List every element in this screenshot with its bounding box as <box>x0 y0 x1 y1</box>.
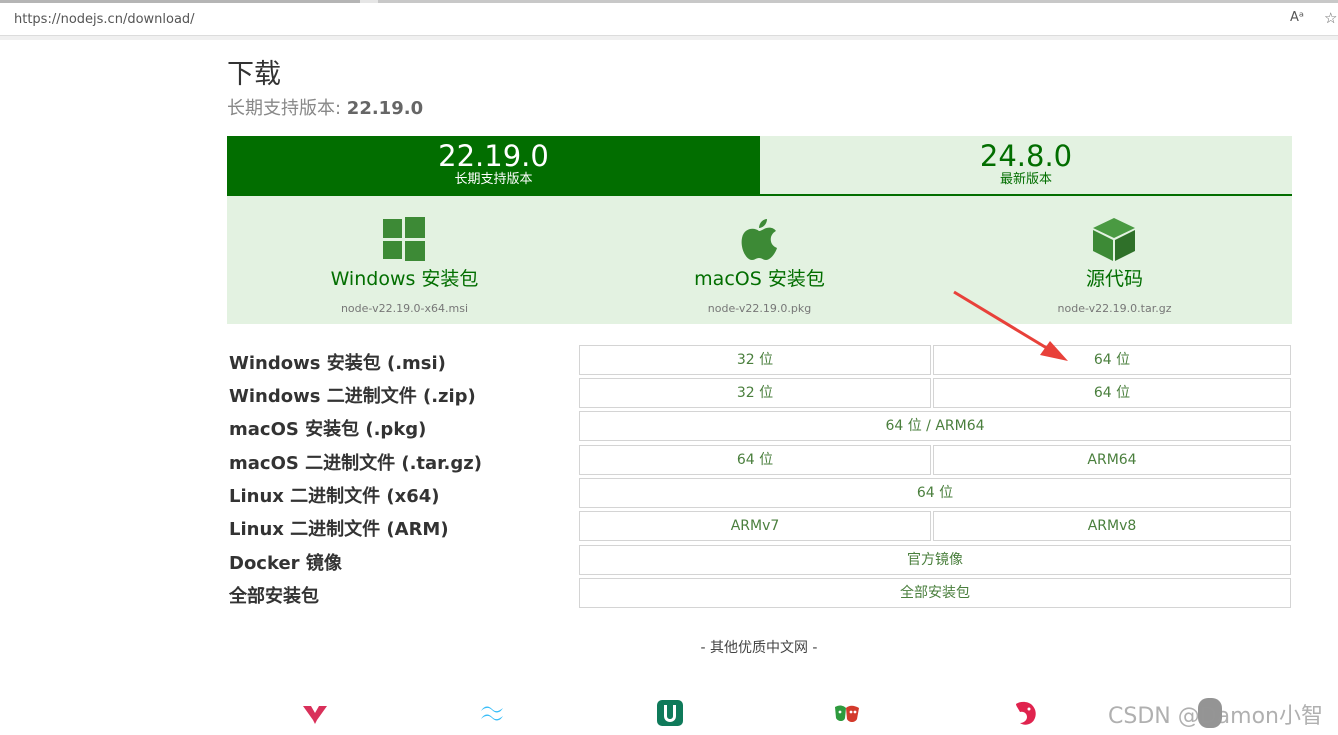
windows-installer-download[interactable]: Windows 安装包 node-v22.19.0-x64.msi <box>227 196 582 324</box>
toolbar-separator <box>0 36 1338 40</box>
source-code-download[interactable]: 源代码 node-v22.19.0.tar.gz <box>937 196 1292 324</box>
windows-installer-name: Windows 安装包 <box>330 268 479 290</box>
browser-tab-edge <box>0 0 360 3</box>
row-label: Docker 镜像 <box>229 553 342 574</box>
uni-app-icon[interactable] <box>655 698 685 728</box>
nestjs-icon[interactable] <box>1010 698 1040 728</box>
tab-lts-version: 22.19.0 <box>438 139 549 173</box>
download-link[interactable]: 64 位 / ARM64 <box>579 411 1291 441</box>
tab-lts-label: 长期支持版本 <box>454 172 533 187</box>
download-link[interactable]: 64 位 <box>933 345 1291 375</box>
macos-installer-name: macOS 安装包 <box>694 268 825 290</box>
yarn-like-icon[interactable] <box>300 698 330 728</box>
windows-icon <box>383 217 425 261</box>
tab-current-version: 24.8.0 <box>979 139 1073 173</box>
table-row: Windows 二进制文件 (.zip) 32 位 64 位 <box>227 377 1292 408</box>
row-label: Linux 二进制文件 (x64) <box>229 486 440 507</box>
download-panel: Windows 安装包 node-v22.19.0-x64.msi macOS … <box>227 196 1292 324</box>
windows-installer-file: node-v22.19.0-x64.msi <box>340 302 469 315</box>
tab-current-label: 最新版本 <box>999 172 1052 187</box>
table-row: 全部安装包 全部安装包 <box>227 577 1292 608</box>
source-code-file: node-v22.19.0.tar.gz <box>1057 302 1172 315</box>
browser-tab-strip <box>0 0 1338 3</box>
row-label: macOS 二进制文件 (.tar.gz) <box>229 453 482 474</box>
read-aloud-icon[interactable]: Aᵃ <box>1290 10 1304 25</box>
macos-installer-download[interactable]: macOS 安装包 node-v22.19.0.pkg <box>582 196 937 324</box>
source-code-name: 源代码 <box>1085 268 1143 290</box>
apple-icon <box>741 219 777 260</box>
lts-subtitle: 长期支持版本: 22.19.0 <box>227 94 423 120</box>
browser-address-bar: https://nodejs.cn/download/ Aᵃ ☆ <box>0 0 1338 36</box>
table-row: Linux 二进制文件 (x64) 64 位 <box>227 477 1292 508</box>
table-row: Linux 二进制文件 (ARM) ARMv7 ARMv8 <box>227 510 1292 541</box>
url-field[interactable]: https://nodejs.cn/download/ <box>14 12 195 27</box>
theater-masks-icon[interactable] <box>832 698 862 728</box>
download-link[interactable]: 官方镜像 <box>579 545 1291 575</box>
download-link[interactable]: ARM64 <box>933 445 1291 475</box>
page-title: 下载 <box>227 59 281 90</box>
download-link[interactable]: 64 位 <box>579 478 1291 508</box>
download-link[interactable]: 32 位 <box>579 378 931 408</box>
macos-installer-file: node-v22.19.0.pkg <box>707 302 812 315</box>
favorite-star-icon[interactable]: ☆ <box>1324 9 1337 27</box>
row-label: Windows 二进制文件 (.zip) <box>229 386 476 407</box>
tab-current[interactable]: 24.8.0 最新版本 <box>760 136 1292 196</box>
row-label: Linux 二进制文件 (ARM) <box>229 519 449 540</box>
download-link[interactable]: 64 位 <box>933 378 1291 408</box>
box-icon <box>1093 218 1135 261</box>
row-label: Windows 安装包 (.msi) <box>229 353 446 374</box>
table-row: macOS 二进制文件 (.tar.gz) 64 位 ARM64 <box>227 444 1292 475</box>
watermark: CSDN @Damon小智 <box>1108 704 1323 729</box>
download-link[interactable]: 32 位 <box>579 345 931 375</box>
row-label: 全部安装包 <box>229 586 319 607</box>
table-row: macOS 安装包 (.pkg) 64 位 / ARM64 <box>227 410 1292 441</box>
download-link[interactable]: 64 位 <box>579 445 931 475</box>
lts-subtitle-version: 22.19.0 <box>346 98 424 119</box>
tailwind-icon[interactable] <box>477 698 507 728</box>
browser-tab-edge-right <box>378 0 1338 3</box>
table-row: Windows 安装包 (.msi) 32 位 64 位 <box>227 344 1292 375</box>
row-label: macOS 安装包 (.pkg) <box>229 419 427 440</box>
tab-lts[interactable]: 22.19.0 长期支持版本 <box>227 136 760 196</box>
other-sites-heading: - 其他优质中文网 - <box>700 640 818 656</box>
version-tabs: 22.19.0 长期支持版本 24.8.0 最新版本 <box>227 136 1292 196</box>
table-row: Docker 镜像 官方镜像 <box>227 544 1292 575</box>
lts-subtitle-prefix: 长期支持版本: <box>227 98 347 119</box>
download-link[interactable]: ARMv7 <box>579 511 931 541</box>
download-link[interactable]: ARMv8 <box>933 511 1291 541</box>
download-link[interactable]: 全部安装包 <box>579 578 1291 608</box>
